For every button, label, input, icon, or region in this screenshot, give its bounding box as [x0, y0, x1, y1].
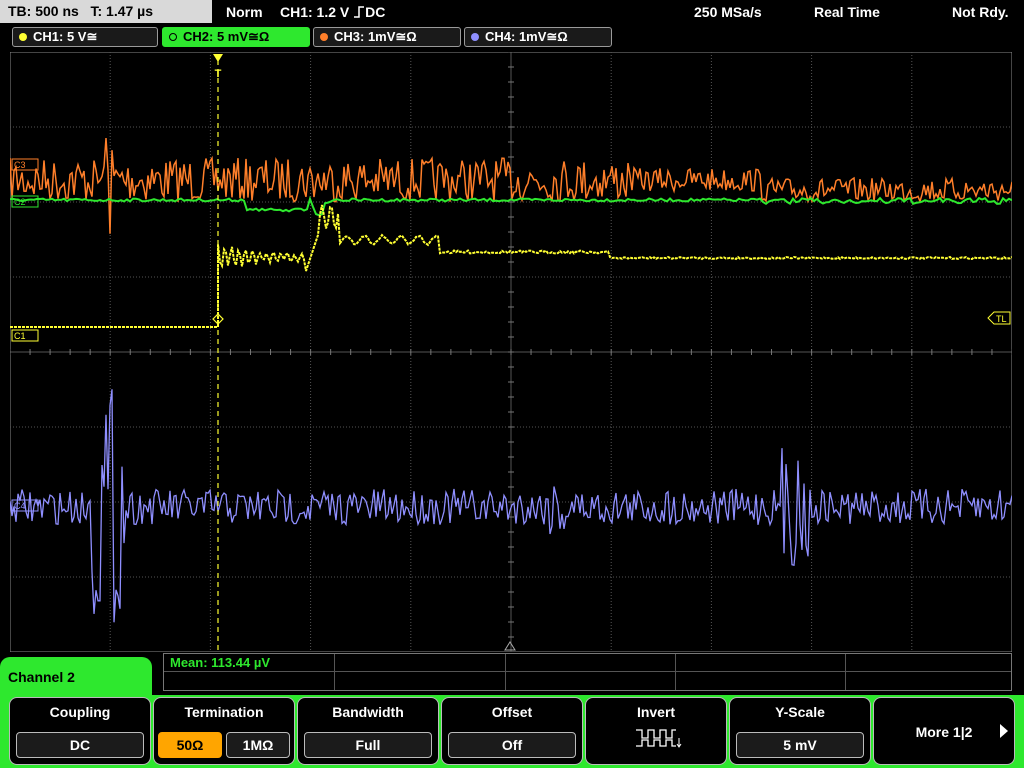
offset-softkey[interactable]: Offset Off — [441, 697, 583, 765]
timebase-readout[interactable]: TB: 500 ns T: 1.47 µs — [0, 0, 212, 23]
invert-label: Invert — [636, 704, 676, 720]
trigger-coupling: DC — [365, 4, 386, 20]
coupling-softkey[interactable]: Coupling DC — [9, 697, 151, 765]
waveform-display[interactable]: T C3 C2 C1 C4 TL — [10, 52, 1012, 652]
more-softkey[interactable]: More 1|2 — [873, 697, 1015, 765]
more-label: More 1|2 — [915, 724, 973, 740]
ch3-label: CH3: 1mV≅Ω — [334, 29, 417, 44]
mean-measurement: Mean: 113.44 µV — [170, 655, 270, 670]
tab-ch2[interactable]: CH2: 5 mV≅Ω — [162, 27, 310, 47]
yscale-value[interactable]: 5 mV — [736, 732, 864, 758]
offset-label: Offset — [491, 704, 533, 720]
bandwidth-value[interactable]: Full — [304, 732, 432, 758]
ch2-marker-label: C2 — [14, 197, 26, 207]
ch1-marker-label: C1 — [14, 331, 26, 341]
bandwidth-label: Bandwidth — [332, 704, 404, 720]
ch2-label: CH2: 5 mV≅Ω — [183, 29, 270, 44]
termination-label: Termination — [184, 704, 264, 720]
trigger-source: CH1: 1.2 V — [280, 4, 350, 20]
sample-rate: 250 MSa/s — [694, 4, 762, 20]
yscale-label: Y-Scale — [775, 704, 825, 720]
acquisition-mode: Real Time — [814, 4, 880, 20]
ch2-color-icon — [169, 33, 177, 41]
invert-softkey[interactable]: Invert — [585, 697, 727, 765]
next-arrow-icon — [1000, 724, 1008, 738]
trigger-level-label: TL — [996, 314, 1007, 324]
ch3-marker-label: C3 — [14, 160, 26, 170]
tab-ch4[interactable]: CH4: 1mV≅Ω — [464, 27, 612, 47]
trigger-setting[interactable]: CH1: 1.2 V DC — [280, 0, 385, 24]
coupling-label: Coupling — [49, 704, 111, 720]
tab-ch1[interactable]: CH1: 5 V≅ — [12, 27, 158, 47]
yscale-softkey[interactable]: Y-Scale 5 mV — [729, 697, 871, 765]
trigger-mode[interactable]: Norm — [226, 0, 263, 24]
termination-softkey[interactable]: Termination 50Ω 1MΩ — [153, 697, 295, 765]
trigger-top-label: T — [215, 68, 222, 80]
invert-waveform-icon — [636, 729, 682, 748]
termination-1mohm-option[interactable]: 1MΩ — [226, 732, 290, 758]
timebase-value: TB: 500 ns — [8, 3, 79, 19]
tab-ch3[interactable]: CH3: 1mV≅Ω — [313, 27, 461, 47]
rising-edge-icon — [354, 6, 365, 18]
ch4-color-icon — [471, 33, 479, 41]
termination-50ohm-option[interactable]: 50Ω — [158, 732, 222, 758]
bandwidth-softkey[interactable]: Bandwidth Full — [297, 697, 439, 765]
trigger-time-value: T: 1.47 µs — [90, 3, 154, 19]
ch3-color-icon — [320, 33, 328, 41]
offset-value[interactable]: Off — [448, 732, 576, 758]
menu-title: Channel 2 — [0, 657, 152, 702]
ch1-color-icon — [19, 33, 27, 41]
measurement-panel[interactable]: Mean: 113.44 µV — [163, 653, 1012, 691]
run-state: Not Rdy. — [952, 4, 1009, 20]
coupling-value[interactable]: DC — [16, 732, 144, 758]
ch1-label: CH1: 5 V≅ — [33, 29, 98, 44]
ch4-label: CH4: 1mV≅Ω — [485, 29, 568, 44]
ch4-marker-label: C4 — [14, 501, 26, 511]
